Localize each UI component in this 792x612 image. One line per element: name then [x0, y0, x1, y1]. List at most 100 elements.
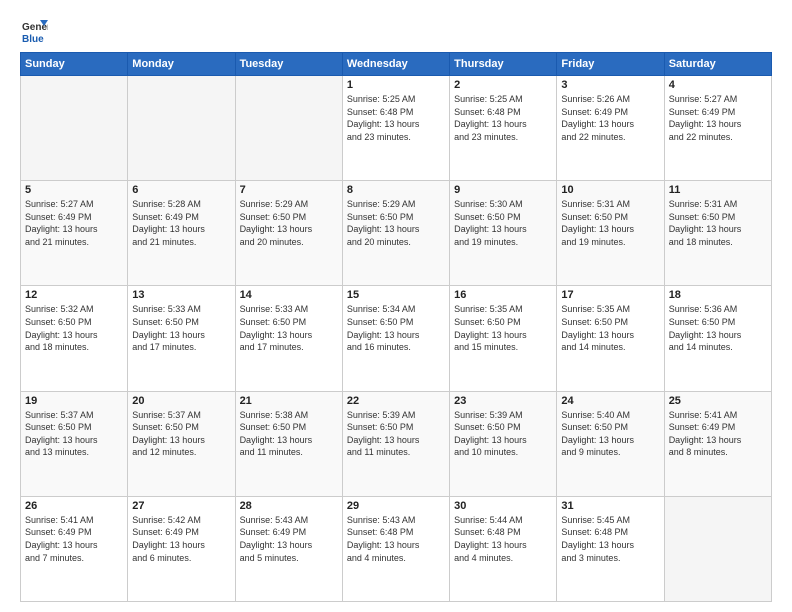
calendar-cell: 13 Sunrise: 5:33 AM Sunset: 6:50 PM Dayli… [128, 286, 235, 391]
calendar-cell: 15 Sunrise: 5:34 AM Sunset: 6:50 PM Dayli… [342, 286, 449, 391]
day-info: Sunrise: 5:31 AM Sunset: 6:50 PM Dayligh… [561, 198, 659, 248]
header: General Blue [20, 16, 772, 44]
weekday-header-tuesday: Tuesday [235, 53, 342, 76]
day-number: 1 [347, 79, 445, 91]
calendar-cell [664, 496, 771, 601]
day-number: 16 [454, 289, 552, 301]
day-number: 20 [132, 395, 230, 407]
day-number: 13 [132, 289, 230, 301]
day-number: 21 [240, 395, 338, 407]
calendar-cell: 28 Sunrise: 5:43 AM Sunset: 6:49 PM Dayli… [235, 496, 342, 601]
calendar-cell: 24Sunrise: 5:40 AM Sunset: 6:50 PM Dayli… [557, 391, 664, 496]
day-info: Sunrise: 5:38 AM Sunset: 6:50 PM Dayligh… [240, 409, 338, 459]
day-info: Sunrise: 5:27 AM Sunset: 6:49 PM Dayligh… [669, 93, 767, 143]
calendar-cell: 23 Sunrise: 5:39 AM Sunset: 6:50 PM Dayli… [450, 391, 557, 496]
day-number: 14 [240, 289, 338, 301]
calendar-cell: 4 Sunrise: 5:27 AM Sunset: 6:49 PM Daylig… [664, 76, 771, 181]
weekday-header-sunday: Sunday [21, 53, 128, 76]
calendar-cell: 8 Sunrise: 5:29 AM Sunset: 6:50 PM Daylig… [342, 181, 449, 286]
day-number: 6 [132, 184, 230, 196]
day-number: 27 [132, 500, 230, 512]
calendar-cell: 10 Sunrise: 5:31 AM Sunset: 6:50 PM Dayli… [557, 181, 664, 286]
day-info: Sunrise: 5:37 AM Sunset: 6:50 PM Dayligh… [132, 409, 230, 459]
calendar-cell: 31 Sunrise: 5:45 AM Sunset: 6:48 PM Dayli… [557, 496, 664, 601]
calendar-cell: 1 Sunrise: 5:25 AM Sunset: 6:48 PM Daylig… [342, 76, 449, 181]
calendar-cell: 17 Sunrise: 5:35 AM Sunset: 6:50 PM Dayli… [557, 286, 664, 391]
day-number: 10 [561, 184, 659, 196]
calendar-cell: 25 Sunrise: 5:41 AM Sunset: 6:49 PM Dayli… [664, 391, 771, 496]
day-info: Sunrise: 5:33 AM Sunset: 6:50 PM Dayligh… [240, 303, 338, 353]
day-number: 4 [669, 79, 767, 91]
calendar-cell: 22 Sunrise: 5:39 AM Sunset: 6:50 PM Dayli… [342, 391, 449, 496]
calendar-cell: 2 Sunrise: 5:25 AM Sunset: 6:48 PM Daylig… [450, 76, 557, 181]
day-number: 11 [669, 184, 767, 196]
day-info: Sunrise: 5:29 AM Sunset: 6:50 PM Dayligh… [240, 198, 338, 248]
day-info: Sunrise: 5:41 AM Sunset: 6:49 PM Dayligh… [25, 514, 123, 564]
day-info: Sunrise: 5:39 AM Sunset: 6:50 PM Dayligh… [454, 409, 552, 459]
calendar-cell: 9 Sunrise: 5:30 AM Sunset: 6:50 PM Daylig… [450, 181, 557, 286]
calendar-cell: 3Sunrise: 5:26 AM Sunset: 6:49 PM Daylig… [557, 76, 664, 181]
day-info: Sunrise: 5:39 AM Sunset: 6:50 PM Dayligh… [347, 409, 445, 459]
logo-icon: General Blue [20, 16, 48, 44]
calendar-cell [128, 76, 235, 181]
svg-text:Blue: Blue [22, 34, 44, 44]
day-info: Sunrise: 5:31 AM Sunset: 6:50 PM Dayligh… [669, 198, 767, 248]
day-number: 22 [347, 395, 445, 407]
calendar-cell: 18Sunrise: 5:36 AM Sunset: 6:50 PM Dayli… [664, 286, 771, 391]
day-number: 23 [454, 395, 552, 407]
day-info: Sunrise: 5:41 AM Sunset: 6:49 PM Dayligh… [669, 409, 767, 459]
day-info: Sunrise: 5:29 AM Sunset: 6:50 PM Dayligh… [347, 198, 445, 248]
calendar-cell: 16 Sunrise: 5:35 AM Sunset: 6:50 PM Dayli… [450, 286, 557, 391]
day-number: 17 [561, 289, 659, 301]
day-info: Sunrise: 5:35 AM Sunset: 6:50 PM Dayligh… [454, 303, 552, 353]
day-number: 30 [454, 500, 552, 512]
calendar-cell: 14 Sunrise: 5:33 AM Sunset: 6:50 PM Dayli… [235, 286, 342, 391]
day-number: 28 [240, 500, 338, 512]
day-info: Sunrise: 5:30 AM Sunset: 6:50 PM Dayligh… [454, 198, 552, 248]
day-info: Sunrise: 5:44 AM Sunset: 6:48 PM Dayligh… [454, 514, 552, 564]
day-info: Sunrise: 5:35 AM Sunset: 6:50 PM Dayligh… [561, 303, 659, 353]
calendar-cell: 27 Sunrise: 5:42 AM Sunset: 6:49 PM Dayli… [128, 496, 235, 601]
calendar-cell: 6 Sunrise: 5:28 AM Sunset: 6:49 PM Daylig… [128, 181, 235, 286]
day-info: Sunrise: 5:37 AM Sunset: 6:50 PM Dayligh… [25, 409, 123, 459]
logo: General Blue [20, 16, 52, 44]
day-info: Sunrise: 5:33 AM Sunset: 6:50 PM Dayligh… [132, 303, 230, 353]
day-info: Sunrise: 5:43 AM Sunset: 6:48 PM Dayligh… [347, 514, 445, 564]
day-info: Sunrise: 5:27 AM Sunset: 6:49 PM Dayligh… [25, 198, 123, 248]
week-row-2: 5 Sunrise: 5:27 AM Sunset: 6:49 PM Daylig… [21, 181, 772, 286]
day-number: 8 [347, 184, 445, 196]
calendar-cell: 12Sunrise: 5:32 AM Sunset: 6:50 PM Dayli… [21, 286, 128, 391]
day-info: Sunrise: 5:28 AM Sunset: 6:49 PM Dayligh… [132, 198, 230, 248]
calendar-page: General Blue SundayMondayTuesdayWednesda… [0, 0, 792, 612]
day-number: 15 [347, 289, 445, 301]
day-info: Sunrise: 5:42 AM Sunset: 6:49 PM Dayligh… [132, 514, 230, 564]
day-number: 26 [25, 500, 123, 512]
day-number: 5 [25, 184, 123, 196]
weekday-header-thursday: Thursday [450, 53, 557, 76]
day-number: 29 [347, 500, 445, 512]
week-row-4: 19 Sunrise: 5:37 AM Sunset: 6:50 PM Dayli… [21, 391, 772, 496]
calendar-cell: 20 Sunrise: 5:37 AM Sunset: 6:50 PM Dayli… [128, 391, 235, 496]
calendar-cell [21, 76, 128, 181]
day-number: 31 [561, 500, 659, 512]
day-info: Sunrise: 5:25 AM Sunset: 6:48 PM Dayligh… [454, 93, 552, 143]
week-row-3: 12Sunrise: 5:32 AM Sunset: 6:50 PM Dayli… [21, 286, 772, 391]
day-info: Sunrise: 5:45 AM Sunset: 6:48 PM Dayligh… [561, 514, 659, 564]
day-number: 25 [669, 395, 767, 407]
calendar-cell: 19 Sunrise: 5:37 AM Sunset: 6:50 PM Dayli… [21, 391, 128, 496]
day-number: 3 [561, 79, 659, 91]
calendar-cell: 29 Sunrise: 5:43 AM Sunset: 6:48 PM Dayli… [342, 496, 449, 601]
day-info: Sunrise: 5:25 AM Sunset: 6:48 PM Dayligh… [347, 93, 445, 143]
day-number: 12 [25, 289, 123, 301]
day-info: Sunrise: 5:36 AM Sunset: 6:50 PM Dayligh… [669, 303, 767, 353]
day-info: Sunrise: 5:34 AM Sunset: 6:50 PM Dayligh… [347, 303, 445, 353]
calendar-table: SundayMondayTuesdayWednesdayThursdayFrid… [20, 52, 772, 602]
weekday-header-wednesday: Wednesday [342, 53, 449, 76]
day-number: 19 [25, 395, 123, 407]
day-info: Sunrise: 5:43 AM Sunset: 6:49 PM Dayligh… [240, 514, 338, 564]
day-number: 9 [454, 184, 552, 196]
weekday-header-saturday: Saturday [664, 53, 771, 76]
week-row-5: 26 Sunrise: 5:41 AM Sunset: 6:49 PM Dayli… [21, 496, 772, 601]
weekday-header-friday: Friday [557, 53, 664, 76]
day-number: 2 [454, 79, 552, 91]
